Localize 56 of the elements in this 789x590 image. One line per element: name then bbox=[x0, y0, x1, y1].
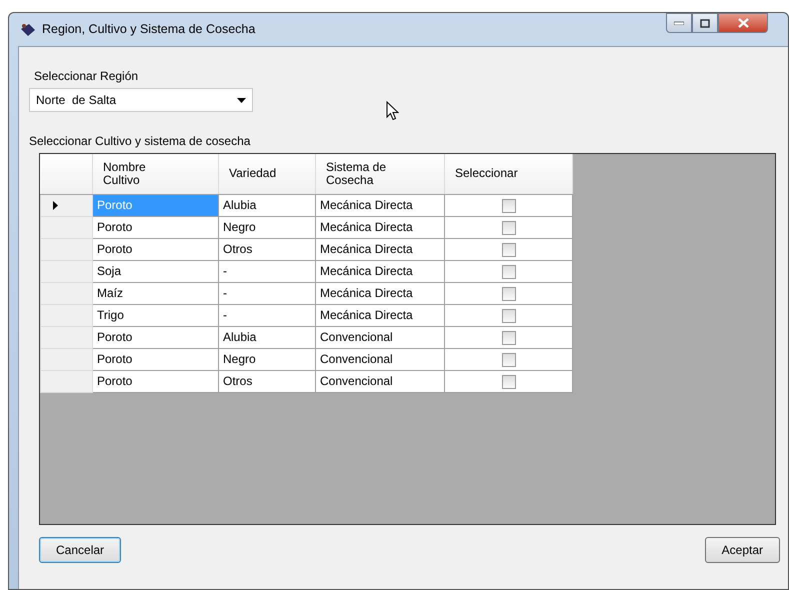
checkbox[interactable] bbox=[502, 308, 516, 323]
table-cell: Soja bbox=[92, 260, 218, 282]
table-cell: Convencional bbox=[316, 326, 444, 348]
table-cell: Maíz bbox=[92, 282, 218, 304]
table-cell: Poroto bbox=[92, 194, 218, 216]
column-header[interactable]: Nombre Cultivo bbox=[92, 154, 218, 194]
table-cell: Poroto bbox=[92, 326, 218, 348]
checkbox[interactable] bbox=[502, 352, 516, 367]
maximize-icon bbox=[700, 18, 710, 28]
table-cell: Otros bbox=[218, 370, 316, 392]
window-title: Region, Cultivo y Sistema de Cosecha bbox=[42, 21, 256, 38]
minimize-icon bbox=[674, 21, 684, 25]
table-cell: Mecánica Directa bbox=[316, 216, 444, 238]
mouse-cursor-icon bbox=[386, 101, 399, 121]
table-cell: Convencional bbox=[316, 370, 444, 392]
checkbox[interactable] bbox=[502, 286, 516, 301]
minimize-button[interactable] bbox=[666, 13, 692, 33]
grid-label: Seleccionar Cultivo y sistema de cosecha bbox=[29, 133, 252, 150]
table-cell: Poroto bbox=[92, 348, 218, 370]
table-cell: Convencional bbox=[316, 348, 444, 370]
table-cell: Mecánica Directa bbox=[316, 304, 444, 326]
column-header[interactable]: Seleccionar bbox=[444, 154, 572, 194]
close-icon bbox=[738, 18, 748, 28]
table-cell: - bbox=[218, 304, 316, 326]
accept-button[interactable]: Aceptar bbox=[704, 537, 780, 563]
dropdown-value: Norte de Salta bbox=[36, 92, 116, 109]
cancel-button[interactable]: Cancelar bbox=[39, 537, 122, 563]
app-icon bbox=[20, 22, 36, 36]
region-dropdown[interactable]: Norte de Salta bbox=[29, 88, 253, 112]
table-cell: Otros bbox=[218, 238, 316, 260]
table-cell: Mecánica Directa bbox=[316, 260, 444, 282]
table-cell: Alubia bbox=[218, 326, 316, 348]
close-button[interactable] bbox=[718, 13, 768, 33]
table-cell: - bbox=[218, 282, 316, 304]
table-cell: Negro bbox=[218, 348, 316, 370]
region-label: Seleccionar Región bbox=[34, 68, 140, 85]
table-cell: Negro bbox=[218, 216, 316, 238]
column-header[interactable]: Sistema de Cosecha bbox=[316, 154, 444, 194]
table-cell: Poroto bbox=[92, 238, 218, 260]
checkbox[interactable] bbox=[502, 220, 516, 235]
checkbox[interactable] bbox=[502, 264, 516, 279]
checkbox[interactable] bbox=[502, 330, 516, 345]
table-cell: Mecánica Directa bbox=[316, 194, 444, 216]
table-cell: Mecánica Directa bbox=[316, 282, 444, 304]
maximize-button[interactable] bbox=[692, 13, 718, 33]
table-cell: Mecánica Directa bbox=[316, 238, 444, 260]
table-cell: - bbox=[218, 260, 316, 282]
checkbox[interactable] bbox=[502, 374, 516, 389]
table-cell: Trigo bbox=[92, 304, 218, 326]
checkbox[interactable] bbox=[502, 242, 516, 257]
caret-icon bbox=[237, 98, 246, 102]
table-cell: Poroto bbox=[92, 216, 218, 238]
table-cell: Alubia bbox=[218, 194, 316, 216]
column-header[interactable]: Variedad bbox=[218, 154, 316, 194]
checkbox[interactable] bbox=[502, 198, 516, 213]
table-cell: Poroto bbox=[92, 370, 218, 392]
